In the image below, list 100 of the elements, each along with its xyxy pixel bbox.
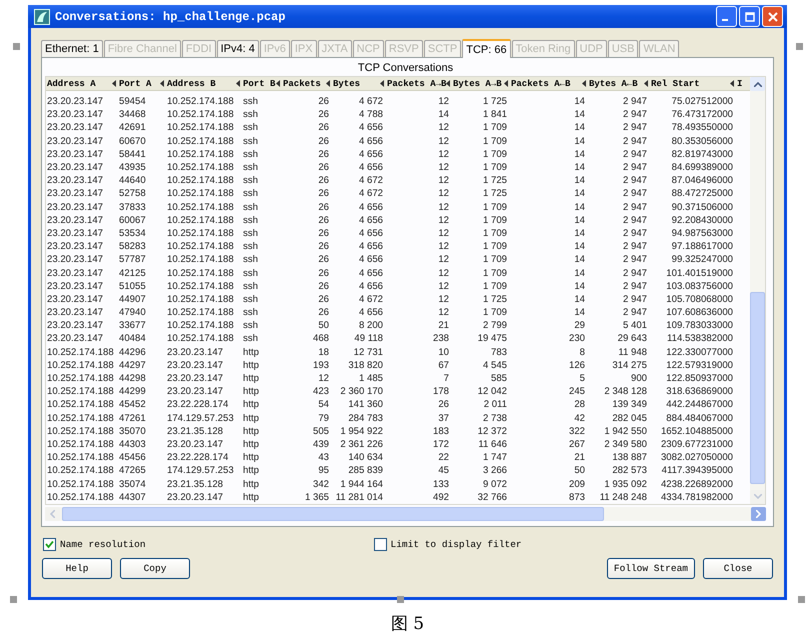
chevron-right-icon: [756, 510, 761, 518]
column-header[interactable]: Bytes: [332, 77, 386, 90]
table-cell-text: 12: [437, 268, 450, 279]
table-cell-text: 4334.781982000: [660, 492, 734, 503]
table-cell-text: 2 947: [622, 307, 648, 318]
column-header[interactable]: Address B: [166, 77, 242, 90]
column-header[interactable]: Bytes A←B: [588, 77, 650, 90]
table-cell-text: 5: [578, 373, 586, 384]
table-cell-text: 314 275: [611, 360, 648, 371]
resize-handle[interactable]: [397, 596, 404, 603]
table-cell-text: ssh: [242, 280, 259, 292]
table-cell-text: ssh: [242, 188, 259, 200]
table-cell-text: 22: [437, 452, 450, 464]
dialog-button[interactable]: Close: [703, 558, 773, 579]
table-cell-text: http: [242, 386, 260, 398]
table-cell-text: 2 947: [622, 294, 648, 305]
resize-handle[interactable]: [13, 43, 20, 50]
scroll-right-button[interactable]: [751, 506, 766, 521]
table-cell-text: 284 783: [347, 412, 384, 424]
table-cell-text: 4 672: [358, 96, 384, 108]
table-cell-text: 29: [573, 320, 586, 332]
maximize-button[interactable]: [739, 6, 760, 27]
table-cell-text: 23.20.23.147: [166, 438, 224, 450]
table-cell-text: 105.708068000: [665, 294, 734, 305]
checkbox-option[interactable]: Limit to display filter: [374, 538, 522, 551]
table-cell-text: http: [242, 373, 260, 384]
table-cell-text: 282 573: [611, 465, 648, 476]
table-cell-text: 14: [573, 122, 586, 134]
column-header[interactable]: Packets A←B: [510, 77, 588, 90]
close-button[interactable]: [762, 6, 783, 27]
table-cell-text: ssh: [242, 122, 259, 134]
table-cell-text: 12: [437, 254, 450, 266]
table-cell-text: 14: [573, 188, 586, 200]
table-cell-text: 14: [437, 109, 450, 120]
checkbox-option[interactable]: Name resolution: [43, 538, 146, 551]
table-cell-text: 4 788: [358, 109, 384, 120]
table-cell-text: 2 947: [622, 241, 648, 252]
table-cell-text: 23.21.35.128: [166, 478, 224, 490]
horizontal-scrollbar[interactable]: [45, 506, 766, 521]
table-cell-text: 59454: [118, 96, 147, 108]
minimize-icon: [722, 18, 728, 20]
dialog-button[interactable]: Follow Stream: [606, 558, 695, 579]
column-header[interactable]: Packets: [282, 77, 332, 90]
resize-handle[interactable]: [798, 596, 805, 603]
table-cell-text: 26: [317, 214, 330, 226]
table-cell-text: 141 360: [347, 399, 384, 410]
scroll-up-button[interactable]: [750, 77, 765, 91]
minimize-button[interactable]: [716, 6, 737, 27]
table-cell-text: http: [242, 478, 260, 490]
table-cell-text: 12: [437, 162, 450, 174]
scrollbar-thumb[interactable]: [62, 506, 604, 521]
resize-handle[interactable]: [796, 43, 803, 50]
scrollbar-thumb[interactable]: [750, 292, 765, 484]
column-header[interactable]: I: [736, 77, 744, 90]
dialog-button[interactable]: Copy: [120, 558, 190, 579]
table-cell-text: 14: [573, 228, 586, 239]
column-header[interactable]: Rel Start: [650, 77, 736, 90]
tab[interactable]: Ethernet: 1: [41, 40, 103, 57]
table-cell-text: 26: [317, 254, 330, 266]
table-cell-text: 21: [573, 452, 586, 464]
table-cell-text: 12 372: [476, 426, 508, 437]
table-cell-text: 2309.677231000: [660, 438, 734, 450]
table-cell-text: 50: [317, 320, 330, 332]
checkbox[interactable]: [374, 538, 387, 551]
table-cell-text: 133: [432, 478, 450, 490]
table-cell-text: 322: [568, 426, 586, 437]
column-header[interactable]: Port A: [118, 77, 166, 90]
table-cell-text: 26: [317, 307, 330, 318]
table-cell-text: 12: [437, 307, 450, 318]
vertical-scrollbar[interactable]: [750, 77, 765, 504]
column-header[interactable]: Packets A→B: [386, 77, 452, 90]
table-cell-text: 10.252.174.188: [46, 412, 115, 424]
table-cell-text: 10.252.174.188: [166, 307, 235, 318]
table-cell-text: 23.20.23.147: [46, 280, 104, 292]
table-cell-text: 12: [437, 214, 450, 226]
column-header[interactable]: Bytes A→B: [452, 77, 510, 90]
table-cell-text: 76.473172000: [670, 109, 734, 120]
table-cell-text: 35070: [118, 426, 147, 437]
tab[interactable]: IPv4: 4: [216, 40, 259, 57]
table-cell-text: 23.20.23.147: [166, 492, 224, 503]
table-cell-text: 10.252.174.188: [166, 109, 235, 120]
table-cell-text: 2 799: [482, 320, 508, 332]
table-cell-text: 23.21.35.128: [166, 426, 224, 437]
table-cell-text: 10.252.174.188: [166, 175, 235, 186]
table-cell-text: ssh: [242, 148, 259, 160]
table-cell-text: 14: [573, 96, 586, 108]
table-cell-text: 44640: [118, 175, 147, 186]
dialog-button[interactable]: Help: [42, 558, 112, 579]
table-cell-text: 14: [573, 214, 586, 226]
table-cell-text: 23.20.23.147: [166, 346, 224, 358]
table-cell-text: 2 947: [622, 136, 648, 147]
checkbox[interactable]: [43, 538, 56, 551]
tab[interactable]: TCP: 66: [462, 39, 511, 58]
table-cell-text: 1 709: [482, 307, 508, 318]
resize-handle[interactable]: [10, 596, 17, 603]
column-header[interactable]: Address A: [46, 77, 118, 90]
table-cell-text: 44298: [118, 373, 147, 384]
table-cell-text: 10.252.174.188: [166, 280, 235, 292]
column-header[interactable]: Port B: [242, 77, 282, 90]
table-cell-text: 75.027512000: [670, 96, 734, 108]
